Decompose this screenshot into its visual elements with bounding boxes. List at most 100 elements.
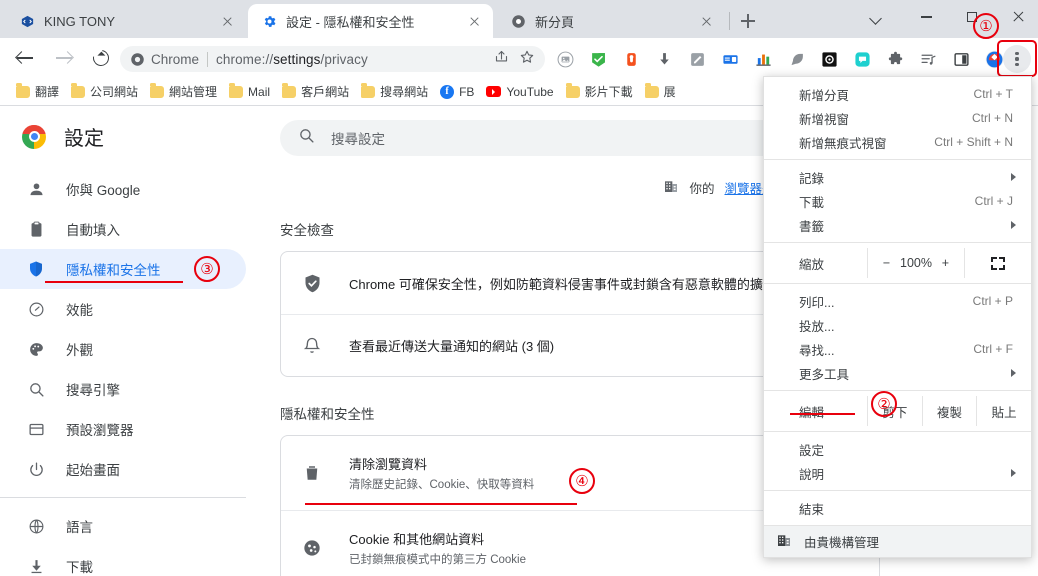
blue-card-icon[interactable] bbox=[717, 46, 743, 72]
menu-item-more-tools[interactable]: 更多工具 bbox=[764, 361, 1031, 385]
sidebar-item-appearance[interactable]: 外觀 bbox=[0, 329, 246, 369]
download-arrow-icon[interactable] bbox=[651, 46, 677, 72]
sidebar-item-default-browser[interactable]: 預設瀏覽器 bbox=[0, 409, 246, 449]
menu-item-new-window[interactable]: 新增視窗 Ctrl + N bbox=[764, 106, 1031, 130]
menu-zoom-row: 縮放 − 100% + bbox=[764, 248, 1031, 278]
menu-separator bbox=[764, 159, 1031, 160]
sidebar-item-label: 搜尋引擎 bbox=[66, 383, 120, 398]
menu-item-accelerator: Ctrl + Shift + N bbox=[934, 135, 1013, 149]
tab-close-icon[interactable] bbox=[698, 13, 715, 30]
teal-chat-icon[interactable] bbox=[849, 46, 875, 72]
bookmark-label: 客戶網站 bbox=[301, 85, 350, 99]
menu-item-label: 結束 bbox=[799, 502, 825, 517]
tab-close-icon[interactable] bbox=[219, 13, 236, 30]
zoom-in-button[interactable]: + bbox=[942, 256, 949, 270]
menu-item-downloads[interactable]: 下載 Ctrl + J bbox=[764, 189, 1031, 213]
bookmark-item[interactable]: Mail bbox=[223, 82, 276, 102]
sidebar-item-languages[interactable]: 語言 bbox=[0, 506, 246, 546]
bookmark-label: 搜尋網站 bbox=[380, 85, 429, 99]
managed-prefix: 你的 bbox=[689, 182, 715, 196]
bookmark-item[interactable]: 搜尋網站 bbox=[355, 80, 434, 103]
menu-item-bookmarks[interactable]: 書籤 bbox=[764, 213, 1031, 237]
menu-item-accelerator: Ctrl + N bbox=[971, 111, 1013, 125]
fullscreen-button[interactable] bbox=[965, 248, 1031, 278]
green-check-icon[interactable] bbox=[585, 46, 611, 72]
tab-search-chevron-down-icon[interactable] bbox=[853, 0, 899, 34]
menu-item-label: 新增分頁 bbox=[799, 88, 850, 103]
annotation-number-4: ④ bbox=[569, 468, 595, 494]
folder-icon bbox=[150, 83, 165, 98]
bookmark-star-icon[interactable] bbox=[519, 49, 535, 70]
feather-icon[interactable] bbox=[783, 46, 809, 72]
menu-item-exit[interactable]: 結束 bbox=[764, 496, 1031, 520]
sidebar-item-search-engine[interactable]: 搜尋引擎 bbox=[0, 369, 246, 409]
zoom-label: 縮放 bbox=[799, 257, 825, 272]
menu-separator bbox=[764, 390, 1031, 391]
chrome-icon bbox=[131, 52, 144, 66]
side-panel-icon[interactable] bbox=[948, 46, 974, 72]
paste-button[interactable]: 貼上 bbox=[976, 396, 1031, 426]
menu-item-accelerator: Ctrl + J bbox=[974, 194, 1013, 208]
sidebar-item-on-startup[interactable]: 起始畫面 bbox=[0, 449, 246, 489]
image-icon[interactable] bbox=[552, 46, 578, 72]
bookmark-label: 影片下載 bbox=[584, 85, 633, 99]
sidebar-divider bbox=[0, 497, 246, 498]
menu-item-settings[interactable]: 設定 bbox=[764, 437, 1031, 461]
share-icon[interactable] bbox=[494, 49, 509, 69]
new-tab-button[interactable] bbox=[735, 8, 761, 34]
bookmark-item[interactable]: 公司網站 bbox=[65, 80, 144, 103]
menu-edit-row: 編輯 剪下 複製 貼上 bbox=[764, 396, 1031, 426]
menu-footer-label: 由貴機構管理 bbox=[804, 536, 880, 550]
sidebar-item-performance[interactable]: 效能 bbox=[0, 289, 246, 329]
trash-icon bbox=[301, 462, 323, 484]
tab-settings-privacy[interactable]: 設定 - 隱私權和安全性 bbox=[248, 4, 493, 38]
notifications-review-text: 查看最近傳送大量通知的網站 (3 個) bbox=[349, 339, 555, 354]
back-button[interactable] bbox=[8, 41, 42, 75]
annotation-underline-2 bbox=[790, 413, 855, 416]
menu-item-help[interactable]: 說明 bbox=[764, 461, 1031, 485]
menu-separator bbox=[764, 431, 1031, 432]
address-bar[interactable]: Chrome chrome://settings/privacy bbox=[120, 46, 545, 72]
menu-item-cast[interactable]: 投放... bbox=[764, 313, 1031, 337]
sidebar-item-downloads[interactable]: 下載 bbox=[0, 546, 246, 576]
forward-button[interactable] bbox=[46, 41, 80, 75]
bookmark-item[interactable]: YouTube bbox=[480, 82, 559, 102]
bookmark-item[interactable]: 展 bbox=[639, 80, 682, 103]
annotation-number-1: ① bbox=[973, 13, 999, 39]
sidebar-item-autofill[interactable]: 自動填入 bbox=[0, 209, 246, 249]
settings-header: 設定 bbox=[0, 106, 262, 151]
tab-king-tony[interactable]: KING TONY bbox=[6, 4, 246, 38]
bookmark-item[interactable]: f FB bbox=[434, 82, 480, 102]
page-title: 設定 bbox=[64, 128, 104, 150]
orange-lock-icon[interactable] bbox=[618, 46, 644, 72]
clipboard-icon bbox=[26, 219, 46, 239]
close-button[interactable] bbox=[995, 0, 1038, 34]
menu-footer-managed[interactable]: 由貴機構管理 bbox=[764, 525, 1031, 557]
menu-item-new-incognito-window[interactable]: 新增無痕式視窗 Ctrl + Shift + N bbox=[764, 130, 1031, 154]
zoom-level-value: 100% bbox=[900, 256, 932, 270]
menu-item-new-tab[interactable]: 新增分頁 Ctrl + T bbox=[764, 82, 1031, 106]
black-gear-icon[interactable] bbox=[816, 46, 842, 72]
bookmark-item[interactable]: 網站管理 bbox=[144, 80, 223, 103]
tab-new-tab[interactable]: 新分頁 bbox=[497, 4, 725, 38]
bookmark-item[interactable]: 翻譯 bbox=[10, 80, 65, 103]
sidebar-item-you-and-google[interactable]: 你與 Google bbox=[0, 169, 246, 209]
reload-button[interactable] bbox=[84, 41, 118, 75]
puzzle-extension-icon[interactable] bbox=[882, 46, 908, 72]
sidebar-item-label: 自動填入 bbox=[66, 223, 120, 238]
copy-button[interactable]: 複製 bbox=[921, 396, 977, 426]
minimize-button[interactable] bbox=[903, 0, 949, 34]
menu-item-print[interactable]: 列印... Ctrl + P bbox=[764, 289, 1031, 313]
tab-close-icon[interactable] bbox=[466, 13, 483, 30]
sidebar-item-label: 隱私權和安全性 bbox=[66, 263, 161, 278]
zoom-out-button[interactable]: − bbox=[883, 256, 890, 270]
bookmark-item[interactable]: 客戶網站 bbox=[276, 80, 355, 103]
chart-bars-icon[interactable] bbox=[750, 46, 776, 72]
building-icon bbox=[776, 532, 792, 551]
menu-item-find[interactable]: 尋找... Ctrl + F bbox=[764, 337, 1031, 361]
menu-item-history[interactable]: 記錄 bbox=[764, 165, 1031, 189]
bookmark-item[interactable]: 影片下載 bbox=[560, 80, 639, 103]
menu-item-label: 更多工具 bbox=[799, 367, 850, 382]
media-list-icon[interactable] bbox=[915, 46, 941, 72]
note-edit-icon[interactable] bbox=[684, 46, 710, 72]
